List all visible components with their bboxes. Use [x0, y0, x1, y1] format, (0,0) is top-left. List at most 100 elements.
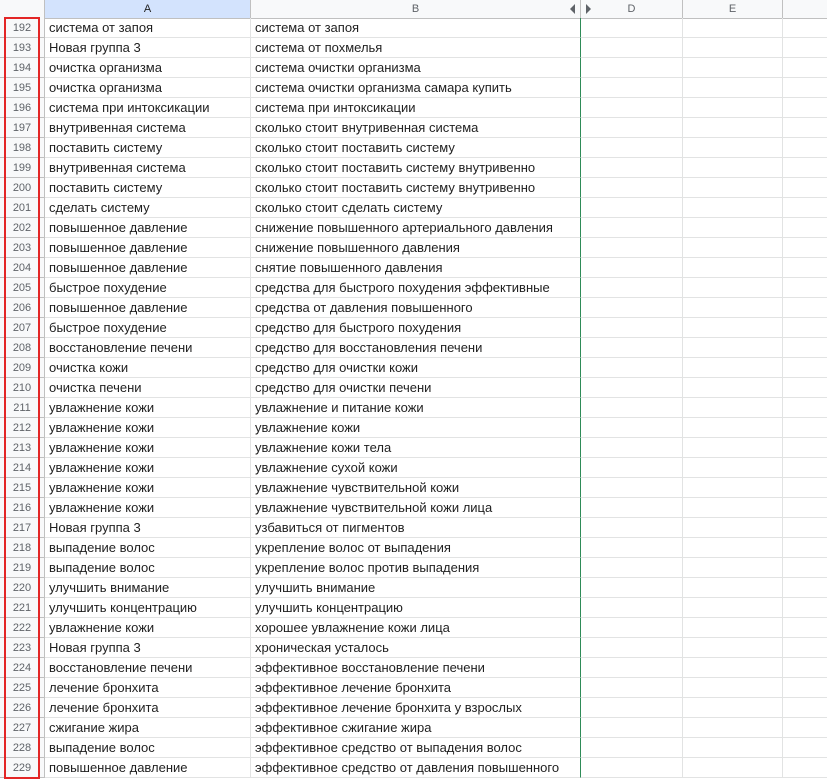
- cell-e[interactable]: [683, 678, 783, 698]
- row-number[interactable]: 204: [0, 258, 45, 278]
- cell-b[interactable]: сколько стоит внутривенная система: [251, 118, 581, 138]
- cell-a[interactable]: очистка печени: [45, 378, 251, 398]
- cell-f[interactable]: [783, 318, 827, 338]
- cell-b[interactable]: сколько стоит поставить систему внутриве…: [251, 178, 581, 198]
- cell-e[interactable]: [683, 178, 783, 198]
- cell-f[interactable]: [783, 158, 827, 178]
- cell-a[interactable]: увлажнение кожи: [45, 618, 251, 638]
- cell-d[interactable]: [581, 18, 683, 38]
- row-number[interactable]: 205: [0, 278, 45, 298]
- row-number[interactable]: 212: [0, 418, 45, 438]
- cell-f[interactable]: [783, 658, 827, 678]
- cell-f[interactable]: [783, 698, 827, 718]
- cell-b[interactable]: средства от давления повышенного: [251, 298, 581, 318]
- cell-a[interactable]: система при интоксикации: [45, 98, 251, 118]
- cell-d[interactable]: [581, 198, 683, 218]
- cell-e[interactable]: [683, 378, 783, 398]
- cell-b[interactable]: увлажнение кожи: [251, 418, 581, 438]
- cell-d[interactable]: [581, 298, 683, 318]
- cell-d[interactable]: [581, 378, 683, 398]
- column-header-d[interactable]: D: [581, 0, 683, 18]
- cell-a[interactable]: лечение бронхита: [45, 698, 251, 718]
- cell-b[interactable]: улучшить концентрацию: [251, 598, 581, 618]
- cell-d[interactable]: [581, 458, 683, 478]
- cell-f[interactable]: [783, 398, 827, 418]
- cell-b[interactable]: сколько стоит поставить систему: [251, 138, 581, 158]
- cell-e[interactable]: [683, 398, 783, 418]
- row-number[interactable]: 224: [0, 658, 45, 678]
- row-number[interactable]: 223: [0, 638, 45, 658]
- row-number[interactable]: 198: [0, 138, 45, 158]
- cell-f[interactable]: [783, 298, 827, 318]
- cell-b[interactable]: система очистки организма: [251, 58, 581, 78]
- cell-b[interactable]: система очистки организма самара купить: [251, 78, 581, 98]
- cell-f[interactable]: [783, 178, 827, 198]
- cell-d[interactable]: [581, 638, 683, 658]
- cell-e[interactable]: [683, 578, 783, 598]
- cell-b[interactable]: снижение повышенного артериального давле…: [251, 218, 581, 238]
- cell-a[interactable]: очистка организма: [45, 78, 251, 98]
- row-number[interactable]: 197: [0, 118, 45, 138]
- hidden-column-right-arrow-icon[interactable]: [586, 4, 591, 14]
- cell-b[interactable]: снижение повышенного давления: [251, 238, 581, 258]
- cell-e[interactable]: [683, 118, 783, 138]
- row-number[interactable]: 203: [0, 238, 45, 258]
- cell-e[interactable]: [683, 358, 783, 378]
- cell-f[interactable]: [783, 638, 827, 658]
- cell-d[interactable]: [581, 38, 683, 58]
- cell-d[interactable]: [581, 538, 683, 558]
- row-number[interactable]: 221: [0, 598, 45, 618]
- cell-f[interactable]: [783, 758, 827, 778]
- cell-f[interactable]: [783, 498, 827, 518]
- row-number[interactable]: 216: [0, 498, 45, 518]
- cell-d[interactable]: [581, 178, 683, 198]
- cell-e[interactable]: [683, 298, 783, 318]
- row-number[interactable]: 227: [0, 718, 45, 738]
- row-number[interactable]: 200: [0, 178, 45, 198]
- cell-b[interactable]: средство для очистки печени: [251, 378, 581, 398]
- cell-d[interactable]: [581, 398, 683, 418]
- cell-b[interactable]: сколько стоит поставить систему внутриве…: [251, 158, 581, 178]
- cell-f[interactable]: [783, 618, 827, 638]
- cell-f[interactable]: [783, 438, 827, 458]
- cell-f[interactable]: [783, 78, 827, 98]
- cell-b[interactable]: эффективное сжигание жира: [251, 718, 581, 738]
- cell-a[interactable]: сжигание жира: [45, 718, 251, 738]
- row-number[interactable]: 229: [0, 758, 45, 778]
- row-number[interactable]: 194: [0, 58, 45, 78]
- row-number[interactable]: 196: [0, 98, 45, 118]
- cell-e[interactable]: [683, 338, 783, 358]
- cell-a[interactable]: лечение бронхита: [45, 678, 251, 698]
- cell-b[interactable]: хорошее увлажнение кожи лица: [251, 618, 581, 638]
- cell-d[interactable]: [581, 218, 683, 238]
- row-number[interactable]: 208: [0, 338, 45, 358]
- column-header-b[interactable]: B: [251, 0, 581, 18]
- cell-f[interactable]: [783, 578, 827, 598]
- cell-f[interactable]: [783, 138, 827, 158]
- cell-b[interactable]: увлажнение кожи тела: [251, 438, 581, 458]
- cell-b[interactable]: средство для быстрого похудения: [251, 318, 581, 338]
- cell-e[interactable]: [683, 458, 783, 478]
- cell-e[interactable]: [683, 658, 783, 678]
- cell-d[interactable]: [581, 138, 683, 158]
- cell-e[interactable]: [683, 278, 783, 298]
- cell-e[interactable]: [683, 558, 783, 578]
- cell-a[interactable]: повышенное давление: [45, 218, 251, 238]
- cell-a[interactable]: Новая группа 3: [45, 38, 251, 58]
- cell-f[interactable]: [783, 418, 827, 438]
- cell-e[interactable]: [683, 158, 783, 178]
- column-header-a[interactable]: A: [45, 0, 251, 18]
- cell-b[interactable]: сколько стоит сделать систему: [251, 198, 581, 218]
- cell-e[interactable]: [683, 418, 783, 438]
- cell-a[interactable]: сделать систему: [45, 198, 251, 218]
- cell-b[interactable]: увлажнение сухой кожи: [251, 458, 581, 478]
- cell-a[interactable]: повышенное давление: [45, 238, 251, 258]
- cell-d[interactable]: [581, 478, 683, 498]
- cell-a[interactable]: быстрое похудение: [45, 278, 251, 298]
- cell-f[interactable]: [783, 478, 827, 498]
- row-number[interactable]: 214: [0, 458, 45, 478]
- cell-d[interactable]: [581, 278, 683, 298]
- cell-d[interactable]: [581, 258, 683, 278]
- row-number[interactable]: 193: [0, 38, 45, 58]
- cell-d[interactable]: [581, 558, 683, 578]
